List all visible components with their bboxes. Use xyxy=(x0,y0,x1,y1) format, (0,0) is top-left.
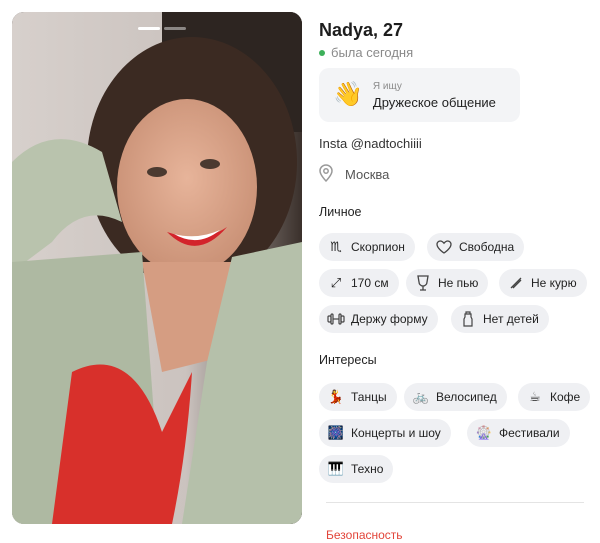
location-row: Москва xyxy=(319,164,389,185)
ferris-wheel-icon: 🎡 xyxy=(475,425,493,440)
online-status: была сегодня xyxy=(319,45,413,60)
section-interests: Интересы xyxy=(319,353,377,367)
coffee-icon: ☕ xyxy=(529,389,541,404)
pager-dot[interactable] xyxy=(164,27,186,30)
location-text: Москва xyxy=(345,167,390,182)
photo-pager[interactable] xyxy=(138,27,186,30)
online-dot-icon xyxy=(319,49,325,56)
chip-label: Концерты и шоу xyxy=(351,426,441,440)
bicycle-icon: 🚲 xyxy=(412,389,430,404)
chip-kids: Нет детей xyxy=(451,305,549,333)
chip-zodiac: ♏ Скорпион xyxy=(319,233,415,261)
pager-dot-active[interactable] xyxy=(138,27,160,30)
dumbbell-icon xyxy=(327,310,345,328)
no-smoking-icon xyxy=(507,274,525,292)
chip-label: Велосипед xyxy=(436,390,497,404)
chip-label: Нет детей xyxy=(483,312,539,326)
photo-illustration xyxy=(12,12,302,524)
chip-interest-festivals: 🎡 Фестивали xyxy=(467,419,570,447)
chip-label: Не пью xyxy=(438,276,479,290)
height-icon: ⤢ xyxy=(330,275,342,290)
chip-interest-dance: 💃 Танцы xyxy=(319,383,397,411)
chip-label: 170 см xyxy=(351,276,389,290)
chip-interest-concerts: 🎆 Концерты и шоу xyxy=(319,419,451,447)
divider xyxy=(326,502,584,503)
chip-interest-techno: 🎹 Техно xyxy=(319,455,394,483)
chip-interest-bicycle: 🚲 Велосипед xyxy=(404,383,507,411)
chip-label: Скорпион xyxy=(351,240,405,254)
profile-photo[interactable] xyxy=(12,12,302,524)
heart-icon xyxy=(435,238,453,256)
seeking-label: Я ищу xyxy=(372,80,402,92)
chip-alcohol: Не пью xyxy=(406,269,489,297)
seeking-value: Дружеское общение xyxy=(372,94,496,110)
piano-icon: 🎹 xyxy=(327,461,345,476)
chip-label: Держу форму xyxy=(351,312,428,326)
chip-label: Кофе xyxy=(550,390,581,404)
chip-smoking: Не курю xyxy=(499,269,587,297)
safety-link[interactable]: Безопасность xyxy=(326,527,403,543)
chip-label: Танцы xyxy=(351,390,387,404)
chip-relationship: Свободна xyxy=(427,233,525,261)
scorpio-icon: ♏ xyxy=(330,239,342,254)
chip-fitness: Держу форму xyxy=(319,305,438,333)
location-pin-icon xyxy=(319,164,333,185)
baby-bottle-icon xyxy=(459,310,477,328)
profile-name-age: Nadya, 27 xyxy=(319,20,404,40)
fireworks-icon: 🎆 xyxy=(327,425,345,440)
chip-interest-coffee: ☕ Кофе xyxy=(518,383,591,411)
status-text: была сегодня xyxy=(331,45,414,60)
chip-label: Фестивали xyxy=(499,426,560,440)
glass-icon xyxy=(414,274,432,292)
chip-label: Не курю xyxy=(531,276,577,290)
chip-label: Техно xyxy=(351,462,384,476)
section-personal: Личное xyxy=(319,205,362,219)
chip-height: ⤢ 170 см xyxy=(319,269,399,297)
seeking-card: 👋 Я ищу Дружеское общение xyxy=(319,68,520,122)
waving-hand-icon: 👋 xyxy=(333,81,363,108)
chip-label: Свободна xyxy=(459,240,515,254)
dance-icon: 💃 xyxy=(327,389,345,404)
instagram-handle: Insta @nadtochiiii xyxy=(319,136,422,151)
